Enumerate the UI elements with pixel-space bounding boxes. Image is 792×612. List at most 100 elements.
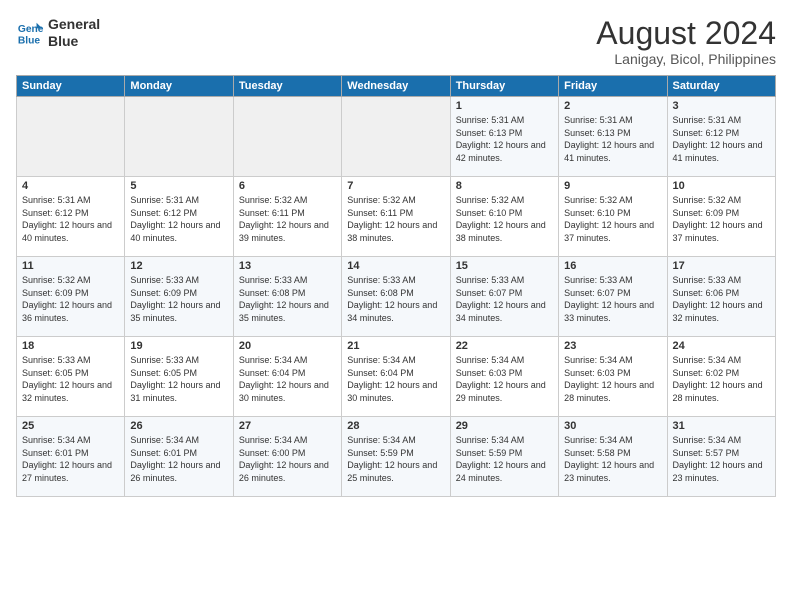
day-number: 24 bbox=[673, 340, 770, 352]
day-number: 23 bbox=[564, 340, 661, 352]
calendar-cell: 28Sunrise: 5:34 AM Sunset: 5:59 PM Dayli… bbox=[342, 417, 450, 497]
day-content: Sunrise: 5:34 AM Sunset: 5:58 PM Dayligh… bbox=[564, 434, 661, 484]
calendar-subtitle: Lanigay, Bicol, Philippines bbox=[596, 51, 776, 67]
calendar-cell: 22 Sunrise: 5:34 AM Sunset: 6:03 PM Dayli… bbox=[450, 337, 558, 417]
week-row-1: 1Sunrise: 5:31 AM Sunset: 6:13 PM Daylig… bbox=[17, 97, 776, 177]
day-content: Sunrise: 5:34 AM Sunset: 6:03 PM Dayligh… bbox=[564, 354, 661, 404]
calendar-cell: 29 Sunrise: 5:34 AM Sunset: 5:59 PM Dayli… bbox=[450, 417, 558, 497]
logo-icon: General Blue bbox=[16, 19, 44, 47]
day-content: Sunrise: 5:32 AM Sunset: 6:09 PM Dayligh… bbox=[22, 274, 119, 324]
calendar-cell bbox=[342, 97, 450, 177]
day-number: 16 bbox=[564, 260, 661, 272]
calendar-cell: 8 Sunrise: 5:32 AM Sunset: 6:10 PM Daylig… bbox=[450, 177, 558, 257]
calendar-cell: 2 Sunrise: 5:31 AM Sunset: 6:13 PM Daylig… bbox=[559, 97, 667, 177]
day-number: 3 bbox=[673, 100, 770, 112]
day-number: 14 bbox=[347, 260, 444, 272]
day-content: Sunrise: 5:34 AM Sunset: 6:04 PM Dayligh… bbox=[347, 354, 444, 404]
day-content: Sunrise: 5:33 AM Sunset: 6:08 PM Dayligh… bbox=[347, 274, 444, 324]
day-number: 11 bbox=[22, 260, 119, 272]
calendar-cell: 4 Sunrise: 5:31 AM Sunset: 6:12 PM Daylig… bbox=[17, 177, 125, 257]
day-number: 2 bbox=[564, 100, 661, 112]
logo-line1: General bbox=[48, 16, 100, 33]
day-number: 25 bbox=[22, 420, 119, 432]
calendar-cell: 24 Sunrise: 5:34 AM Sunset: 6:02 PM Dayli… bbox=[667, 337, 775, 417]
day-content: Sunrise: 5:32 AM Sunset: 6:10 PM Dayligh… bbox=[456, 194, 553, 244]
calendar-cell: 19 Sunrise: 5:33 AM Sunset: 6:05 PM Dayli… bbox=[125, 337, 233, 417]
svg-text:Blue: Blue bbox=[18, 35, 41, 46]
day-content: Sunrise: 5:31 AM Sunset: 6:13 PM Dayligh… bbox=[564, 114, 661, 164]
day-number: 18 bbox=[22, 340, 119, 352]
calendar-cell: 26Sunrise: 5:34 AM Sunset: 6:01 PM Dayli… bbox=[125, 417, 233, 497]
calendar-cell: 13Sunrise: 5:33 AM Sunset: 6:08 PM Dayli… bbox=[233, 257, 341, 337]
day-content: Sunrise: 5:32 AM Sunset: 6:11 PM Dayligh… bbox=[347, 194, 444, 244]
day-content: Sunrise: 5:34 AM Sunset: 6:02 PM Dayligh… bbox=[673, 354, 770, 404]
calendar-cell: 25 Sunrise: 5:34 AM Sunset: 6:01 PM Dayli… bbox=[17, 417, 125, 497]
day-content: Sunrise: 5:33 AM Sunset: 6:06 PM Dayligh… bbox=[673, 274, 770, 324]
calendar-cell bbox=[125, 97, 233, 177]
day-number: 10 bbox=[673, 180, 770, 192]
day-number: 15 bbox=[456, 260, 553, 272]
day-header-wednesday: Wednesday bbox=[342, 76, 450, 97]
day-header-tuesday: Tuesday bbox=[233, 76, 341, 97]
calendar-cell bbox=[233, 97, 341, 177]
day-number: 13 bbox=[239, 260, 336, 272]
day-number: 8 bbox=[456, 180, 553, 192]
day-number: 17 bbox=[673, 260, 770, 272]
calendar-cell: 23 Sunrise: 5:34 AM Sunset: 6:03 PM Dayli… bbox=[559, 337, 667, 417]
day-content: Sunrise: 5:33 AM Sunset: 6:05 PM Dayligh… bbox=[130, 354, 227, 404]
day-number: 31 bbox=[673, 420, 770, 432]
title-block: August 2024 Lanigay, Bicol, Philippines bbox=[596, 16, 776, 67]
day-number: 20 bbox=[239, 340, 336, 352]
logo: General Blue General Blue bbox=[16, 16, 100, 50]
calendar-cell: 12 Sunrise: 5:33 AM Sunset: 6:09 PM Dayli… bbox=[125, 257, 233, 337]
week-row-5: 25 Sunrise: 5:34 AM Sunset: 6:01 PM Dayli… bbox=[17, 417, 776, 497]
day-content: Sunrise: 5:34 AM Sunset: 6:03 PM Dayligh… bbox=[456, 354, 553, 404]
day-number: 19 bbox=[130, 340, 227, 352]
calendar-cell: 9Sunrise: 5:32 AM Sunset: 6:10 PM Daylig… bbox=[559, 177, 667, 257]
day-content: Sunrise: 5:31 AM Sunset: 6:12 PM Dayligh… bbox=[22, 194, 119, 244]
day-content: Sunrise: 5:32 AM Sunset: 6:10 PM Dayligh… bbox=[564, 194, 661, 244]
day-content: Sunrise: 5:33 AM Sunset: 6:07 PM Dayligh… bbox=[564, 274, 661, 324]
day-content: Sunrise: 5:33 AM Sunset: 6:09 PM Dayligh… bbox=[130, 274, 227, 324]
day-content: Sunrise: 5:34 AM Sunset: 6:01 PM Dayligh… bbox=[22, 434, 119, 484]
week-row-4: 18 Sunrise: 5:33 AM Sunset: 6:05 PM Dayli… bbox=[17, 337, 776, 417]
calendar-cell: 27 Sunrise: 5:34 AM Sunset: 6:00 PM Dayli… bbox=[233, 417, 341, 497]
logo-line2: Blue bbox=[48, 33, 100, 50]
day-header-thursday: Thursday bbox=[450, 76, 558, 97]
week-row-2: 4 Sunrise: 5:31 AM Sunset: 6:12 PM Daylig… bbox=[17, 177, 776, 257]
day-number: 27 bbox=[239, 420, 336, 432]
day-content: Sunrise: 5:32 AM Sunset: 6:11 PM Dayligh… bbox=[239, 194, 336, 244]
day-header-friday: Friday bbox=[559, 76, 667, 97]
calendar-cell: 5Sunrise: 5:31 AM Sunset: 6:12 PM Daylig… bbox=[125, 177, 233, 257]
calendar-title: August 2024 bbox=[596, 16, 776, 51]
calendar-table: SundayMondayTuesdayWednesdayThursdayFrid… bbox=[16, 75, 776, 497]
calendar-cell: 16 Sunrise: 5:33 AM Sunset: 6:07 PM Dayli… bbox=[559, 257, 667, 337]
calendar-cell: 14 Sunrise: 5:33 AM Sunset: 6:08 PM Dayli… bbox=[342, 257, 450, 337]
day-content: Sunrise: 5:33 AM Sunset: 6:05 PM Dayligh… bbox=[22, 354, 119, 404]
day-header-monday: Monday bbox=[125, 76, 233, 97]
day-content: Sunrise: 5:34 AM Sunset: 5:59 PM Dayligh… bbox=[456, 434, 553, 484]
calendar-cell: 6Sunrise: 5:32 AM Sunset: 6:11 PM Daylig… bbox=[233, 177, 341, 257]
calendar-cell: 30 Sunrise: 5:34 AM Sunset: 5:58 PM Dayli… bbox=[559, 417, 667, 497]
day-content: Sunrise: 5:34 AM Sunset: 6:00 PM Dayligh… bbox=[239, 434, 336, 484]
calendar-cell: 18 Sunrise: 5:33 AM Sunset: 6:05 PM Dayli… bbox=[17, 337, 125, 417]
calendar-cell: 20 Sunrise: 5:34 AM Sunset: 6:04 PM Dayli… bbox=[233, 337, 341, 417]
week-row-3: 11 Sunrise: 5:32 AM Sunset: 6:09 PM Dayli… bbox=[17, 257, 776, 337]
calendar-cell: 31 Sunrise: 5:34 AM Sunset: 5:57 PM Dayli… bbox=[667, 417, 775, 497]
day-header-sunday: Sunday bbox=[17, 76, 125, 97]
calendar-cell: 1Sunrise: 5:31 AM Sunset: 6:13 PM Daylig… bbox=[450, 97, 558, 177]
calendar-cell: 10Sunrise: 5:32 AM Sunset: 6:09 PM Dayli… bbox=[667, 177, 775, 257]
day-content: Sunrise: 5:34 AM Sunset: 5:59 PM Dayligh… bbox=[347, 434, 444, 484]
day-number: 30 bbox=[564, 420, 661, 432]
calendar-cell: 17 Sunrise: 5:33 AM Sunset: 6:06 PM Dayli… bbox=[667, 257, 775, 337]
day-number: 22 bbox=[456, 340, 553, 352]
calendar-cell: 11 Sunrise: 5:32 AM Sunset: 6:09 PM Dayli… bbox=[17, 257, 125, 337]
day-content: Sunrise: 5:34 AM Sunset: 6:04 PM Dayligh… bbox=[239, 354, 336, 404]
day-number: 4 bbox=[22, 180, 119, 192]
day-content: Sunrise: 5:31 AM Sunset: 6:13 PM Dayligh… bbox=[456, 114, 553, 164]
day-number: 29 bbox=[456, 420, 553, 432]
day-content: Sunrise: 5:31 AM Sunset: 6:12 PM Dayligh… bbox=[673, 114, 770, 164]
day-number: 12 bbox=[130, 260, 227, 272]
calendar-cell: 7Sunrise: 5:32 AM Sunset: 6:11 PM Daylig… bbox=[342, 177, 450, 257]
day-content: Sunrise: 5:34 AM Sunset: 5:57 PM Dayligh… bbox=[673, 434, 770, 484]
